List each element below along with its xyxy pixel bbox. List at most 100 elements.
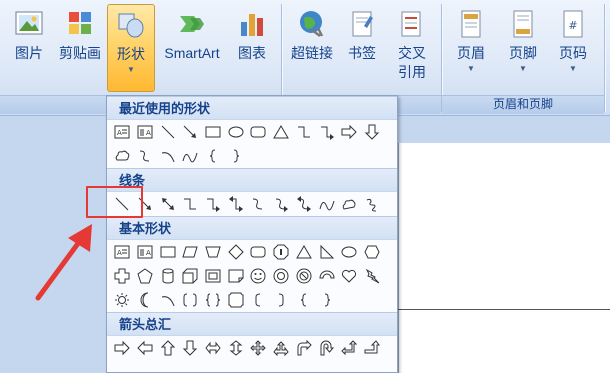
down-arrow-shape[interactable] [179,337,202,359]
left-arrow-shape[interactable] [134,337,157,359]
picture-button[interactable]: 图片 [6,4,52,90]
bent-up-arrow-shape[interactable] [361,337,384,359]
triangle-shape[interactable] [293,241,316,263]
plaque-shape[interactable] [224,289,247,311]
curved-arrow-connector-shape[interactable] [270,193,293,215]
curve-icon [319,200,335,211]
left-brace-shape[interactable] [293,289,316,311]
pentagon-shape[interactable] [134,265,157,287]
lightning-bolt-shape[interactable] [361,265,384,287]
down-arrow-shape[interactable] [361,121,384,143]
triangle-shape[interactable] [270,121,293,143]
double-bracket-shape[interactable] [179,289,202,311]
freeform-icon [342,199,356,210]
footer-button[interactable]: 页脚 ▼ [500,4,546,90]
bevel-shape[interactable] [202,265,225,287]
right-brace-shape[interactable] [315,289,338,311]
double-arrow-line-shape[interactable] [156,193,179,215]
textbox-shape[interactable]: A [111,121,134,143]
up-arrow-shape[interactable] [156,337,179,359]
rounded-rectangle-shape[interactable] [247,121,270,143]
diamond-shape[interactable] [224,241,247,263]
no-symbol-icon [296,268,312,284]
folded-corner-shape[interactable] [224,265,247,287]
octagon-shape[interactable] [270,241,293,263]
donut-shape[interactable] [270,265,293,287]
curve-shape[interactable] [315,193,338,215]
smartart-button[interactable]: SmartArt [157,4,227,90]
trapezoid-shape[interactable] [202,241,225,263]
cube-shape[interactable] [179,265,202,287]
textbox-icon: A [114,125,130,139]
document-page[interactable] [398,143,610,373]
no-symbol-shape[interactable] [293,265,316,287]
elbow-arrow-connector-icon [207,198,221,212]
bookmark-button[interactable]: 书签 [340,4,384,90]
quad-arrow-shape[interactable] [247,337,270,359]
hexagon-shape[interactable] [361,241,384,263]
bent-arrow-shape[interactable] [293,337,316,359]
scribble-shape[interactable] [361,193,384,215]
left-right-arrow-icon [205,341,221,355]
heart-shape[interactable] [338,265,361,287]
shape-row: A A [107,120,397,144]
sun-shape[interactable] [111,289,134,311]
clipart-button[interactable]: 剪贴画 [54,4,106,90]
elbow-connector-shape[interactable] [293,121,316,143]
header-button[interactable]: 页眉 ▼ [448,4,494,90]
rounded-rectangle-shape[interactable] [247,241,270,263]
right-triangle-shape[interactable] [315,241,338,263]
left-right-arrow-shape[interactable] [202,337,225,359]
right-arrow-icon [341,124,357,140]
left-brace-shape[interactable] [202,145,225,167]
block-arc-shape[interactable] [315,265,338,287]
elbow-arrow-connector-shape[interactable] [202,193,225,215]
elbow-arrow-connector-shape[interactable] [315,121,338,143]
left-bracket-shape[interactable] [247,289,270,311]
elbow-connector-shape[interactable] [179,193,202,215]
block-arc-icon [319,270,335,279]
cloud-shape[interactable] [111,145,134,167]
arrow-line-shape[interactable] [179,121,202,143]
right-brace-shape[interactable] [224,145,247,167]
rectangle-shape[interactable] [156,241,179,263]
curved-arrow-connector-icon [276,198,289,212]
vertical-textbox-shape[interactable]: A [134,241,157,263]
page-number-button[interactable]: # 页码 ▼ [550,4,596,90]
vertical-textbox-shape[interactable]: A [134,121,157,143]
freeform-shape[interactable] [338,193,361,215]
can-shape[interactable] [156,265,179,287]
parallelogram-shape[interactable] [179,241,202,263]
curved-double-arrow-connector-shape[interactable] [293,193,316,215]
left-right-up-arrow-shape[interactable] [270,337,293,359]
chart-button[interactable]: 图表 [229,4,275,90]
curved-connector-shape[interactable] [247,193,270,215]
curved-connector-shape[interactable] [134,145,157,167]
arc-shape[interactable] [156,145,179,167]
right-arrow-shape[interactable] [338,121,361,143]
hyperlink-button[interactable]: 超链接 [286,4,338,90]
right-arrow-shape[interactable] [111,337,134,359]
svg-text:A: A [146,129,151,137]
arc-shape[interactable] [156,289,179,311]
textbox-shape[interactable]: A [111,241,134,263]
left-up-arrow-shape[interactable] [338,337,361,359]
oval-shape[interactable] [338,241,361,263]
double-brace-shape[interactable] [202,289,225,311]
elbow-double-arrow-connector-shape[interactable] [224,193,247,215]
moon-shape[interactable] [134,289,157,311]
cross-shape[interactable] [111,265,134,287]
curved-connector-icon [253,198,263,210]
oval-shape[interactable] [224,121,247,143]
curve-shape[interactable] [179,145,202,167]
shapes-button[interactable]: 形状 ▼ [107,4,155,92]
hyperlink-icon [300,11,324,37]
smiley-face-shape[interactable] [247,265,270,287]
cross-reference-button[interactable]: 交叉 引用 [388,4,436,90]
right-bracket-shape[interactable] [270,289,293,311]
rectangle-shape[interactable] [202,121,225,143]
right-arrow-icon [114,340,131,356]
line-shape[interactable] [156,121,179,143]
up-down-arrow-shape[interactable] [224,337,247,359]
u-turn-arrow-shape[interactable] [315,337,338,359]
